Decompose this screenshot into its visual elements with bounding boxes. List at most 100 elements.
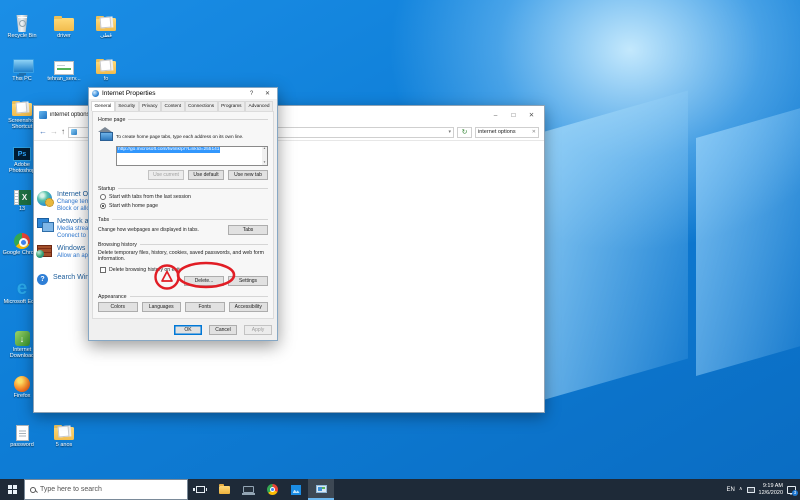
file-explorer-button[interactable] [212, 479, 236, 500]
close-button[interactable]: ✕ [524, 111, 539, 119]
desktop-icon-label: Recycle Bin [2, 33, 42, 39]
tray-network-icon[interactable] [747, 487, 755, 493]
desktop-icon-recycle-bin[interactable]: Recycle Bin [2, 12, 42, 39]
file-explorer-icon [219, 486, 230, 494]
search-input[interactable]: internet options [478, 129, 530, 135]
folder-icon [54, 421, 74, 441]
desktop-icon-driver[interactable]: driver [44, 12, 84, 39]
group-label: Browsing history [98, 242, 137, 248]
radio-label: Start with home page [109, 203, 158, 209]
startup-group-header: Startup [98, 186, 268, 192]
radio-start-with-tabs[interactable] [100, 194, 106, 200]
taskbar-search[interactable]: Type here to search [24, 479, 188, 500]
address-location-icon [71, 129, 77, 135]
action-center-icon[interactable]: 3 [787, 486, 796, 494]
group-divider [118, 188, 268, 189]
colors-button[interactable]: Colors [98, 302, 138, 312]
tab-connections[interactable]: Connections [185, 101, 218, 111]
minimize-button[interactable]: – [488, 112, 503, 119]
photos-icon [291, 485, 301, 495]
help-button[interactable]: ? [245, 91, 258, 97]
forward-icon[interactable]: → [50, 128, 58, 136]
network-icon [37, 218, 52, 231]
group-divider [140, 244, 268, 245]
desktop-icon-label: tehran_serv... [44, 76, 84, 82]
dialog-titlebar[interactable]: Internet Properties ? ✕ [89, 88, 277, 99]
ok-button[interactable]: OK [174, 325, 202, 335]
desktop-icon-label: 5 anos [44, 442, 84, 448]
maximize-button[interactable]: □ [506, 112, 521, 119]
edge-icon [17, 278, 28, 298]
desktop-icon-arabic-folder[interactable]: قطى [86, 12, 126, 39]
taskbar: Type here to search EN ∧ 9:19 AM 12/6/20… [0, 479, 800, 500]
close-icon[interactable]: ✕ [261, 90, 274, 97]
clear-search-icon[interactable]: ✕ [532, 129, 536, 135]
cancel-button[interactable]: Cancel [209, 325, 237, 335]
idm-icon [15, 326, 30, 346]
desktop-icon-label: driver [44, 33, 84, 39]
home-icon [98, 127, 112, 140]
tray-chevron-up-icon[interactable]: ∧ [739, 487, 743, 492]
internet-options-icon [37, 191, 52, 206]
laptop-app-button[interactable] [236, 479, 260, 500]
tab-general[interactable]: General [91, 101, 115, 111]
accessibility-button[interactable]: Accessibility [229, 302, 269, 312]
desktop-icon-this-pc[interactable]: This PC [2, 55, 42, 82]
system-tray: EN ∧ 9:19 AM 12/6/2020 3 [727, 483, 800, 496]
folder-icon [54, 12, 74, 32]
firefox-icon [14, 372, 30, 392]
back-icon[interactable]: ← [39, 128, 47, 136]
tabs-description: Change how webpages are displayed in tab… [98, 227, 228, 233]
tab-privacy[interactable]: Privacy [139, 101, 161, 111]
control-panel-taskbar-button[interactable] [308, 479, 334, 500]
up-icon[interactable]: ↑ [61, 128, 65, 136]
apply-button[interactable]: Apply [244, 325, 272, 335]
desktop-icon-label: قطى [86, 33, 126, 39]
language-indicator[interactable]: EN [727, 487, 735, 493]
radio-start-with-home-page[interactable] [100, 203, 106, 209]
tab-security[interactable]: Security [115, 101, 139, 111]
task-view-icon [196, 486, 205, 493]
fonts-button[interactable]: Fonts [185, 302, 225, 312]
use-default-button[interactable]: Use default [188, 170, 224, 180]
folder-icon [96, 55, 116, 75]
languages-button[interactable]: Languages [142, 302, 182, 312]
delete-button[interactable]: Delete... [184, 276, 224, 286]
desktop-icon-5-anos[interactable]: 5 anos [44, 421, 84, 448]
photos-taskbar-button[interactable] [284, 479, 308, 500]
start-button[interactable] [0, 479, 24, 500]
use-current-button[interactable]: Use current [148, 170, 184, 180]
windows-logo-icon [8, 485, 17, 494]
checkbox-delete-history-on-exit[interactable] [100, 267, 106, 273]
chevron-down-icon[interactable]: ▾ [448, 129, 451, 135]
settings-button[interactable]: Settings [228, 276, 268, 286]
control-panel-icon [316, 485, 327, 493]
desktop-icon-password[interactable]: password [2, 421, 42, 448]
browsing-history-group-header: Browsing history [98, 242, 268, 248]
tab-advanced[interactable]: Advanced [245, 101, 273, 111]
task-view-button[interactable] [188, 479, 212, 500]
internet-properties-dialog: Internet Properties ? ✕ General Security… [88, 87, 278, 341]
desktop-icon-fo[interactable]: fo [86, 55, 126, 82]
desktop-icon-tehran-serv[interactable]: tehran_serv... [44, 55, 84, 82]
notification-badge: 3 [792, 490, 798, 496]
tab-programs[interactable]: Programs [218, 101, 245, 111]
use-new-tab-button[interactable]: Use new tab [228, 170, 268, 180]
tab-content[interactable]: Content [161, 101, 184, 111]
refresh-button[interactable]: ↻ [457, 127, 472, 138]
folder-shortcut-icon [12, 97, 32, 117]
chrome-taskbar-button[interactable] [260, 479, 284, 500]
homepage-url-value: http://go.microsoft.com/fwlink/p/?LinkId… [117, 147, 220, 153]
clock[interactable]: 9:19 AM 12/6/2020 [759, 483, 783, 496]
firewall-icon [37, 245, 52, 257]
group-label: Home page [98, 117, 125, 123]
desktop: Recycle Bin driver قطى This PC tehran_se… [0, 0, 800, 500]
textarea-scrollbar[interactable]: ▲▼ [262, 147, 267, 165]
desktop-icon-label: This PC [2, 76, 42, 82]
tabs-button[interactable]: Tabs [228, 225, 268, 235]
help-icon [37, 274, 48, 285]
group-divider [130, 296, 268, 297]
search-box[interactable]: internet options ✕ [475, 127, 539, 138]
home-page-group-header: Home page [98, 117, 268, 123]
homepage-url-input[interactable]: http://go.microsoft.com/fwlink/p/?LinkId… [116, 146, 268, 166]
